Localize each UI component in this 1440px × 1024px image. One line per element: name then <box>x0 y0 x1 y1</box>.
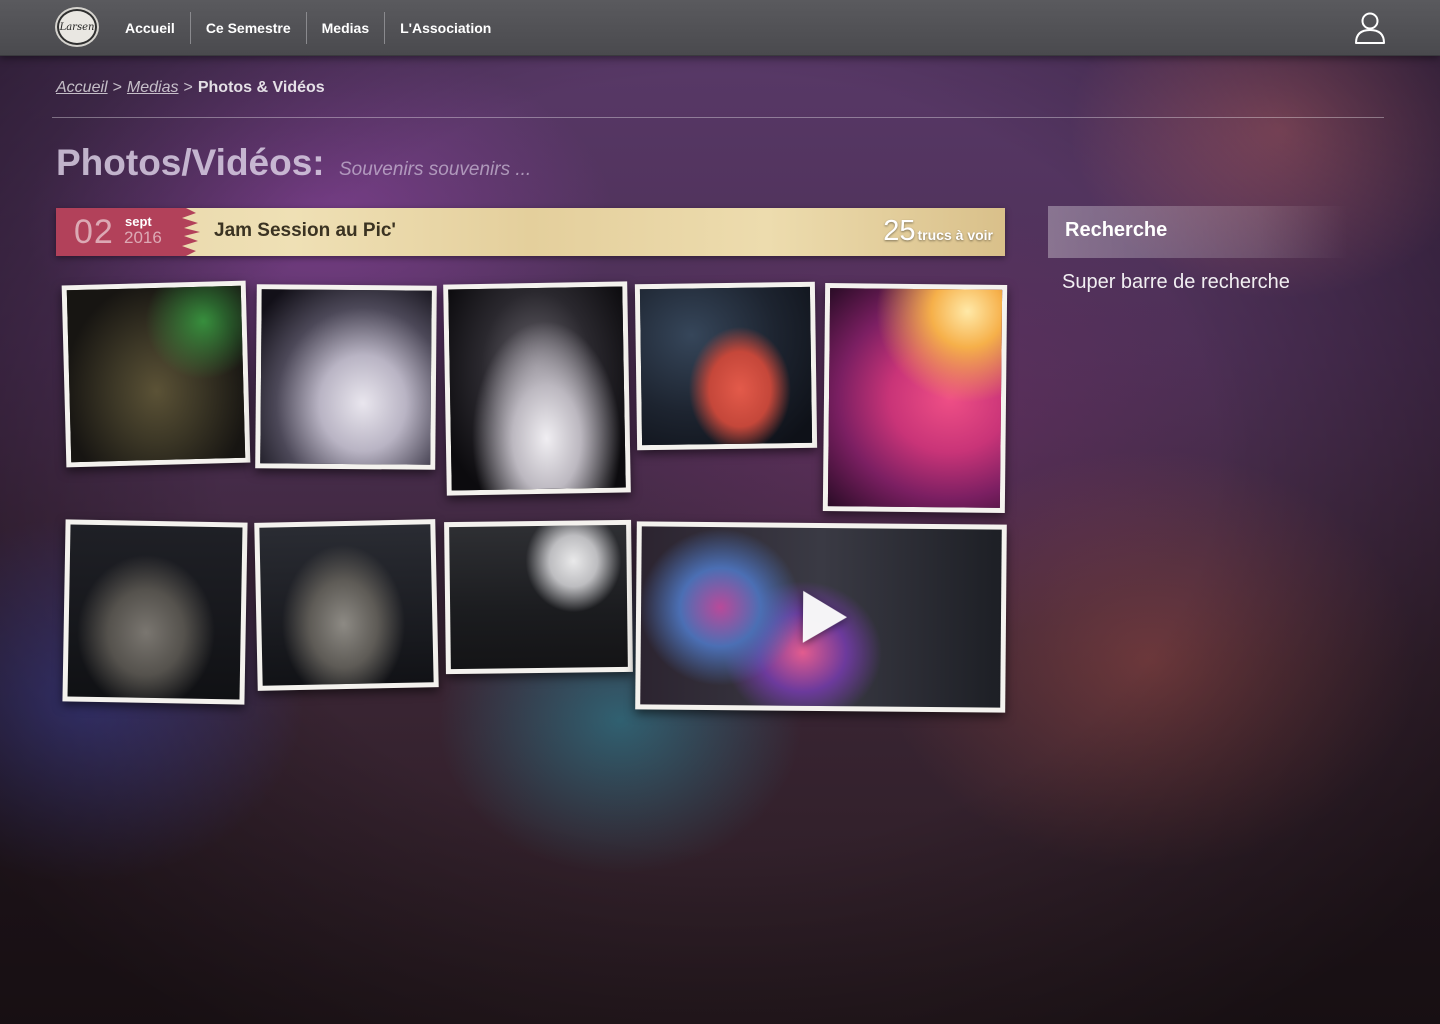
event-count-number: 25 <box>883 215 916 247</box>
user-icon[interactable] <box>1354 11 1386 45</box>
photo-trumpet-player <box>67 524 243 700</box>
breadcrumb-separator: > <box>183 79 193 96</box>
event-day: 02 <box>74 213 114 251</box>
breadcrumb-link-accueil[interactable]: Accueil <box>56 79 108 96</box>
photo-masked-singer <box>66 285 246 463</box>
photo-thumbnail[interactable] <box>62 519 248 705</box>
play-icon[interactable] <box>802 590 848 644</box>
header-divider <box>52 117 1384 118</box>
event-item-count: 25 trucs à voir <box>883 214 993 248</box>
main-nav: Accueil Ce Semestre Medias L'Association <box>110 12 506 44</box>
top-navigation-bar: Larsen Accueil Ce Semestre Medias L'Asso… <box>0 0 1440 56</box>
breadcrumb-separator: > <box>112 79 122 96</box>
photo-thumbnail[interactable] <box>822 283 1008 513</box>
photo-thumbnail[interactable] <box>254 519 439 691</box>
event-month: sept <box>125 214 152 229</box>
breadcrumb-current: Photos & Vidéos <box>197 79 325 96</box>
search-bar-placeholder[interactable]: Super barre de recherche <box>1062 271 1290 294</box>
nav-item-medias[interactable]: Medias <box>307 12 386 44</box>
photo-stage-smoke <box>260 289 432 465</box>
breadcrumb-link-medias[interactable]: Medias <box>127 79 179 96</box>
event-date: 02 sept 2016 <box>56 208 180 256</box>
nav-item-ce-semestre[interactable]: Ce Semestre <box>191 12 307 44</box>
page-subtitle: Souvenirs souvenirs ... <box>339 159 532 180</box>
photo-thumbnail[interactable] <box>255 284 437 470</box>
logo-text: Larsen <box>57 9 97 45</box>
nav-item-accueil[interactable]: Accueil <box>110 12 191 44</box>
photo-thumbnail[interactable] <box>634 281 818 451</box>
search-panel-header: Recherche <box>1048 206 1348 258</box>
page-title: Photos/Vidéos: <box>56 142 325 183</box>
video-festival-stage <box>640 526 1002 708</box>
photo-acoustic-band <box>449 524 628 670</box>
photo-singer-red-shirt <box>639 286 813 446</box>
video-thumbnail[interactable] <box>635 521 1007 713</box>
nav-item-association[interactable]: L'Association <box>385 12 506 44</box>
event-year: 2016 <box>124 228 162 247</box>
event-banner[interactable]: 02 sept 2016 Jam Session au Pic' 25 trucs… <box>56 208 1005 256</box>
photo-guitarist-pink-lights <box>827 288 1003 508</box>
site-logo[interactable]: Larsen <box>48 6 106 48</box>
photo-bearded-singer <box>259 524 434 686</box>
photo-thumbnail[interactable] <box>61 280 251 468</box>
photo-thumbnail[interactable] <box>444 519 633 675</box>
event-title[interactable]: Jam Session au Pic' <box>214 220 396 242</box>
breadcrumb: Accueil > Medias > Photos & Vidéos <box>56 79 325 97</box>
date-zigzag-edge <box>174 208 200 256</box>
event-count-label: trucs à voir <box>917 227 993 243</box>
photo-thumbnail[interactable] <box>443 281 631 496</box>
photo-guitarist-arms-up <box>448 286 626 491</box>
search-panel-title: Recherche <box>1065 219 1168 241</box>
